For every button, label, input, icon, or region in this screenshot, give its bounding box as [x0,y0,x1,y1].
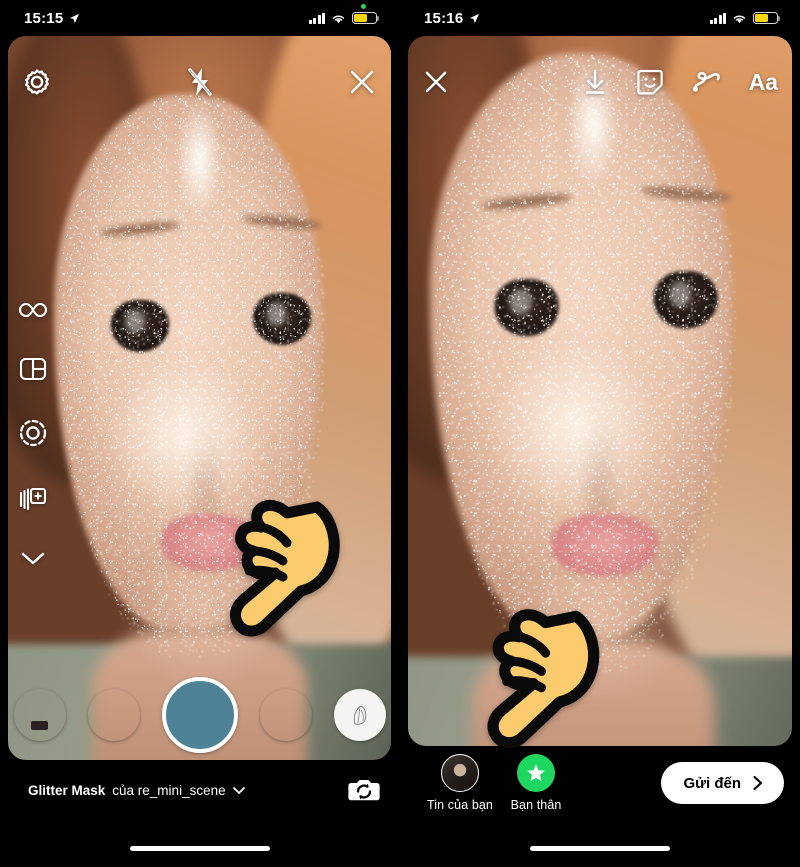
filter-carousel[interactable] [0,670,399,760]
filter-sketch[interactable] [333,689,386,741]
glitter-mask-effect-highlight [437,56,737,674]
location-arrow-icon [470,13,480,23]
squiggle-draw-icon[interactable] [691,67,723,97]
photo-stack-icon[interactable] [18,484,48,512]
green-star-badge [517,754,555,792]
status-bar: 15:15 [0,0,399,36]
camera-flip-button[interactable] [347,774,381,806]
effect-author: của re_mini_scene [112,782,226,798]
status-bar-right [709,12,781,24]
pointing-hand-cursor [487,609,600,749]
status-bar-left: 15:15 [24,10,80,27]
story-preview-panel: 15:16 Aa Tin của bạn Bạn thân Gửi đến [400,0,800,867]
flash-off-icon[interactable] [185,66,215,98]
status-time: 15:15 [24,9,64,27]
recording-indicator-dot [361,4,366,9]
close-friends-label: Bạn thân [510,798,562,812]
filter-avatar[interactable] [13,689,66,741]
home-indicator [129,846,270,851]
avatar [441,754,479,792]
battery-low-power-icon [352,12,380,24]
filter-silver-glitter-2[interactable] [260,689,312,741]
send-to-label: Gửi đến [683,774,741,792]
download-icon[interactable] [581,67,609,97]
chevron-right-icon [753,775,763,791]
close-icon[interactable] [347,67,377,97]
status-bar: 15:16 [400,0,800,36]
dashed-circle-icon[interactable] [18,418,48,448]
text-aa-icon[interactable]: Aa [749,70,778,94]
chevron-down-icon[interactable] [18,548,48,568]
your-story-button[interactable]: Tin của bạn [422,754,498,812]
dual-screenshot-canvas: 15:15 Glitter Mask của re_mini_scene 15:… [0,0,800,867]
close-icon[interactable] [422,68,450,96]
preview-toolbar: Aa [400,52,800,112]
selfie-photo [8,36,391,760]
send-to-button[interactable]: Gửi đến [661,762,784,804]
pointing-hand-cursor [230,499,340,637]
cellular-bars-icon [308,12,325,24]
status-bar-right [308,12,380,24]
status-bar-left: 15:16 [424,10,480,27]
infinity-icon[interactable] [18,300,48,320]
camera-screen-panel: 15:15 Glitter Mask của re_mini_scene [0,0,400,867]
battery-low-power-icon [753,12,781,24]
your-story-label: Tin của bạn [427,798,493,812]
gear-icon[interactable] [22,67,52,97]
effect-title: Glitter Mask [28,782,106,798]
effect-info-bar: Glitter Mask của re_mini_scene [0,765,399,815]
camera-toolbar [0,52,399,112]
filter-silver-glitter[interactable] [88,689,140,741]
close-friends-button[interactable]: Bạn thân [498,754,574,812]
wifi-icon [733,15,746,23]
location-arrow-icon [70,13,80,23]
camera-flip-icon [348,780,380,801]
status-time: 15:16 [424,9,464,27]
cellular-bars-icon [709,12,726,24]
star-icon [527,764,545,782]
camera-viewfinder[interactable] [8,36,391,760]
chevron-down-icon[interactable] [231,784,247,796]
camera-mode-sidebar [18,300,48,568]
sketch-line-drawing-icon [353,705,366,725]
wifi-icon [332,15,345,23]
home-indicator [530,846,670,851]
sticker-smiley-icon[interactable] [635,67,665,97]
filter-glitter-mask[interactable] [161,677,238,753]
layout-grid-icon[interactable] [19,356,47,382]
